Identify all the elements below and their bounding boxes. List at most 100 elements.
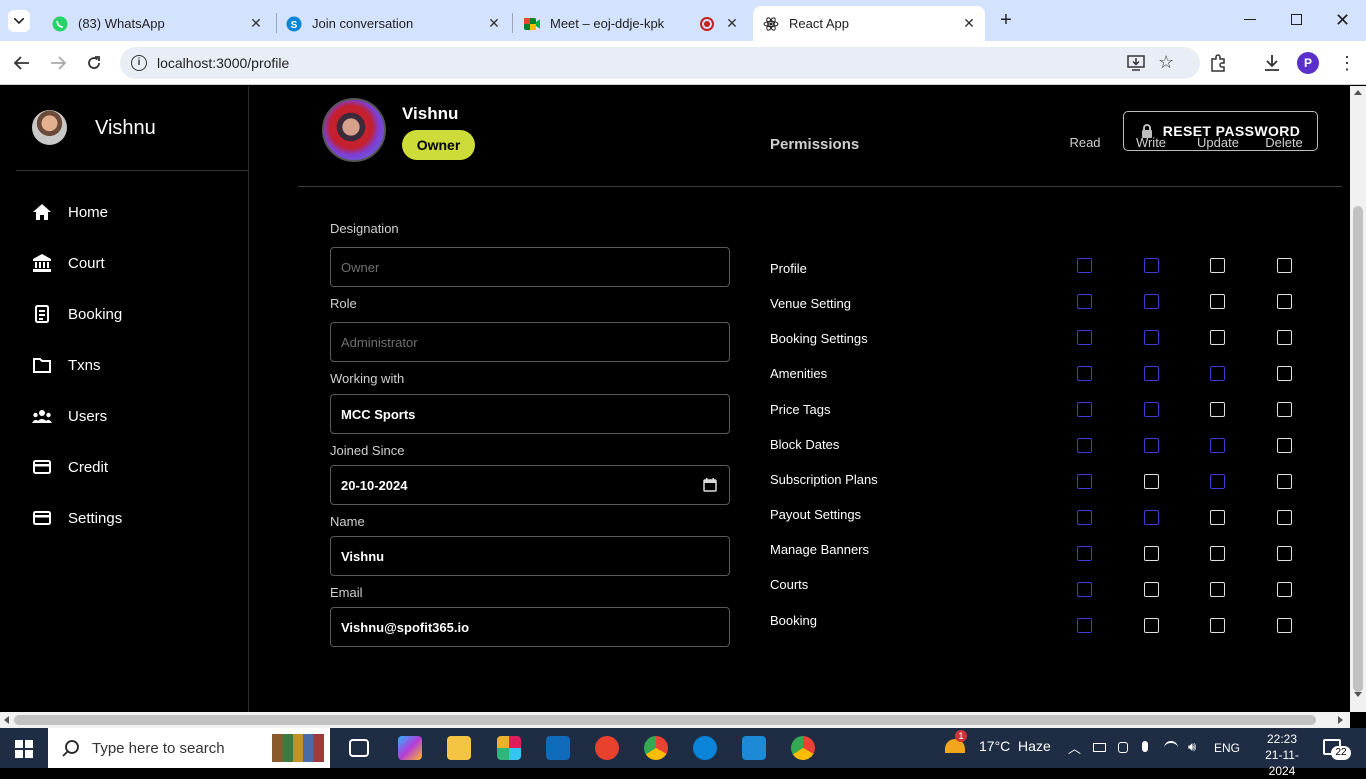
role-field[interactable]: Administrator [330, 322, 730, 362]
more-menu-icon[interactable]: ⋮ [1338, 51, 1356, 75]
permission-checkbox-booking-settings-delete[interactable] [1277, 330, 1292, 345]
scroll-right-arrow-icon[interactable] [1338, 716, 1343, 724]
permission-checkbox-manage-banners-write[interactable] [1144, 546, 1159, 561]
close-icon[interactable]: ✕ [486, 15, 502, 31]
weather-widget[interactable]: 1 17°C Haze [945, 730, 1051, 754]
vertical-scrollbar-thumb[interactable] [1353, 206, 1363, 692]
close-icon[interactable]: ✕ [961, 15, 977, 31]
permission-checkbox-price-tags-read[interactable] [1077, 402, 1092, 417]
info-icon[interactable]: i [131, 55, 147, 71]
close-icon[interactable]: ✕ [724, 15, 740, 31]
profile-avatar[interactable]: P [1297, 52, 1319, 74]
wifi-icon[interactable] [1164, 741, 1178, 755]
sidebar-item-txns[interactable]: Txns [32, 350, 242, 380]
permission-checkbox-subscription-plans-update[interactable] [1210, 474, 1225, 489]
permission-checkbox-venue-setting-update[interactable] [1210, 294, 1225, 309]
sidebar-item-booking[interactable]: Booking [32, 299, 242, 329]
horizontal-scrollbar[interactable] [0, 712, 1350, 728]
scroll-down-arrow-icon[interactable] [1354, 692, 1362, 697]
permission-checkbox-manage-banners-read[interactable] [1077, 546, 1092, 561]
permission-checkbox-price-tags-write[interactable] [1144, 402, 1159, 417]
permission-checkbox-profile-update[interactable] [1210, 258, 1225, 273]
permission-checkbox-amenities-update[interactable] [1210, 366, 1225, 381]
close-icon[interactable]: ✕ [248, 15, 264, 31]
vertical-scrollbar[interactable] [1350, 86, 1366, 712]
restore-icon[interactable] [1291, 14, 1302, 25]
vscode-icon[interactable] [742, 736, 766, 760]
permission-checkbox-amenities-read[interactable] [1077, 366, 1092, 381]
permission-checkbox-courts-read[interactable] [1077, 582, 1092, 597]
permission-checkbox-booking-delete[interactable] [1277, 618, 1292, 633]
battery-icon[interactable] [1093, 743, 1106, 752]
permission-checkbox-amenities-write[interactable] [1144, 366, 1159, 381]
sidebar-item-users[interactable]: Users [32, 401, 242, 431]
file-explorer-icon[interactable] [447, 736, 471, 760]
install-app-icon[interactable] [1127, 55, 1145, 76]
permission-checkbox-profile-read[interactable] [1077, 258, 1092, 273]
back-arrow-icon[interactable] [12, 53, 32, 73]
email-field[interactable]: Vishnu@spofit365.io [330, 607, 730, 647]
chrome-icon[interactable] [644, 736, 668, 760]
taskbar-search-input[interactable]: Type here to search [48, 728, 330, 768]
permission-checkbox-block-dates-delete[interactable] [1277, 438, 1292, 453]
permission-checkbox-booking-settings-write[interactable] [1144, 330, 1159, 345]
wps-office-icon[interactable] [595, 736, 619, 760]
permission-checkbox-profile-delete[interactable] [1277, 258, 1292, 273]
permission-checkbox-booking-update[interactable] [1210, 618, 1225, 633]
avatar[interactable] [32, 110, 67, 145]
joined-since-field[interactable]: 20-10-2024 [330, 465, 730, 505]
download-icon[interactable] [1263, 54, 1281, 77]
windows-start-icon[interactable] [15, 740, 33, 763]
permission-checkbox-amenities-delete[interactable] [1277, 366, 1292, 381]
sidebar-item-court[interactable]: Court [32, 248, 242, 278]
permission-checkbox-venue-setting-read[interactable] [1077, 294, 1092, 309]
permission-checkbox-venue-setting-delete[interactable] [1277, 294, 1292, 309]
permission-checkbox-venue-setting-write[interactable] [1144, 294, 1159, 309]
calendar-icon[interactable] [703, 478, 717, 495]
permission-checkbox-subscription-plans-write[interactable] [1144, 474, 1159, 489]
slack-icon[interactable] [497, 736, 521, 760]
new-tab-plus-icon[interactable]: + [996, 10, 1016, 30]
chrome-profile-icon[interactable] [791, 736, 815, 760]
permission-checkbox-payout-settings-read[interactable] [1077, 510, 1092, 525]
sidebar-item-settings[interactable]: Settings [32, 503, 242, 533]
forward-arrow-icon[interactable] [48, 53, 68, 73]
task-view-icon[interactable] [349, 739, 369, 757]
permission-checkbox-price-tags-delete[interactable] [1277, 402, 1292, 417]
reload-icon[interactable] [84, 53, 104, 73]
permission-checkbox-subscription-plans-read[interactable] [1077, 474, 1092, 489]
copilot-icon[interactable] [398, 736, 422, 760]
name-field[interactable]: Vishnu [330, 536, 730, 576]
address-bar[interactable]: i localhost:3000/profile ☆ [120, 47, 1200, 79]
microphone-icon[interactable] [1142, 741, 1148, 752]
permission-checkbox-payout-settings-update[interactable] [1210, 510, 1225, 525]
language-indicator[interactable]: ENG [1214, 741, 1240, 755]
outlook-icon[interactable] [546, 736, 570, 760]
working-with-field[interactable]: MCC Sports [330, 394, 730, 434]
permission-checkbox-block-dates-write[interactable] [1144, 438, 1159, 453]
minimize-icon[interactable] [1244, 19, 1256, 20]
profile-avatar-image[interactable] [322, 98, 386, 162]
permission-checkbox-courts-update[interactable] [1210, 582, 1225, 597]
permission-checkbox-booking-settings-read[interactable] [1077, 330, 1092, 345]
horizontal-scrollbar-thumb[interactable] [14, 715, 1316, 725]
permission-checkbox-booking-settings-update[interactable] [1210, 330, 1225, 345]
extensions-icon[interactable] [1209, 54, 1227, 77]
chevron-up-icon[interactable]: ︿ [1068, 738, 1081, 757]
browser-tab-whatsapp[interactable]: (83) WhatsApp ✕ [40, 6, 272, 41]
sidebar-item-home[interactable]: Home [32, 197, 242, 227]
window-close-icon[interactable]: ✕ [1335, 10, 1351, 30]
permission-checkbox-courts-write[interactable] [1144, 582, 1159, 597]
permission-checkbox-price-tags-update[interactable] [1210, 402, 1225, 417]
permission-checkbox-block-dates-update[interactable] [1210, 438, 1225, 453]
permission-checkbox-block-dates-read[interactable] [1077, 438, 1092, 453]
tab-search-dropdown-icon[interactable] [8, 10, 30, 32]
sidebar-item-credit[interactable]: Credit [32, 452, 242, 482]
browser-tab-meet[interactable]: Meet – eoj-ddje-kpk ✕ [514, 6, 748, 41]
skype-taskbar-icon[interactable] [693, 736, 717, 760]
permission-checkbox-manage-banners-update[interactable] [1210, 546, 1225, 561]
volume-icon[interactable]: 🔊︎ [1188, 739, 1196, 755]
permission-checkbox-booking-read[interactable] [1077, 618, 1092, 633]
browser-tab-skype[interactable]: S Join conversation ✕ [276, 6, 510, 41]
browser-tab-react-app[interactable]: React App ✕ [753, 6, 985, 41]
